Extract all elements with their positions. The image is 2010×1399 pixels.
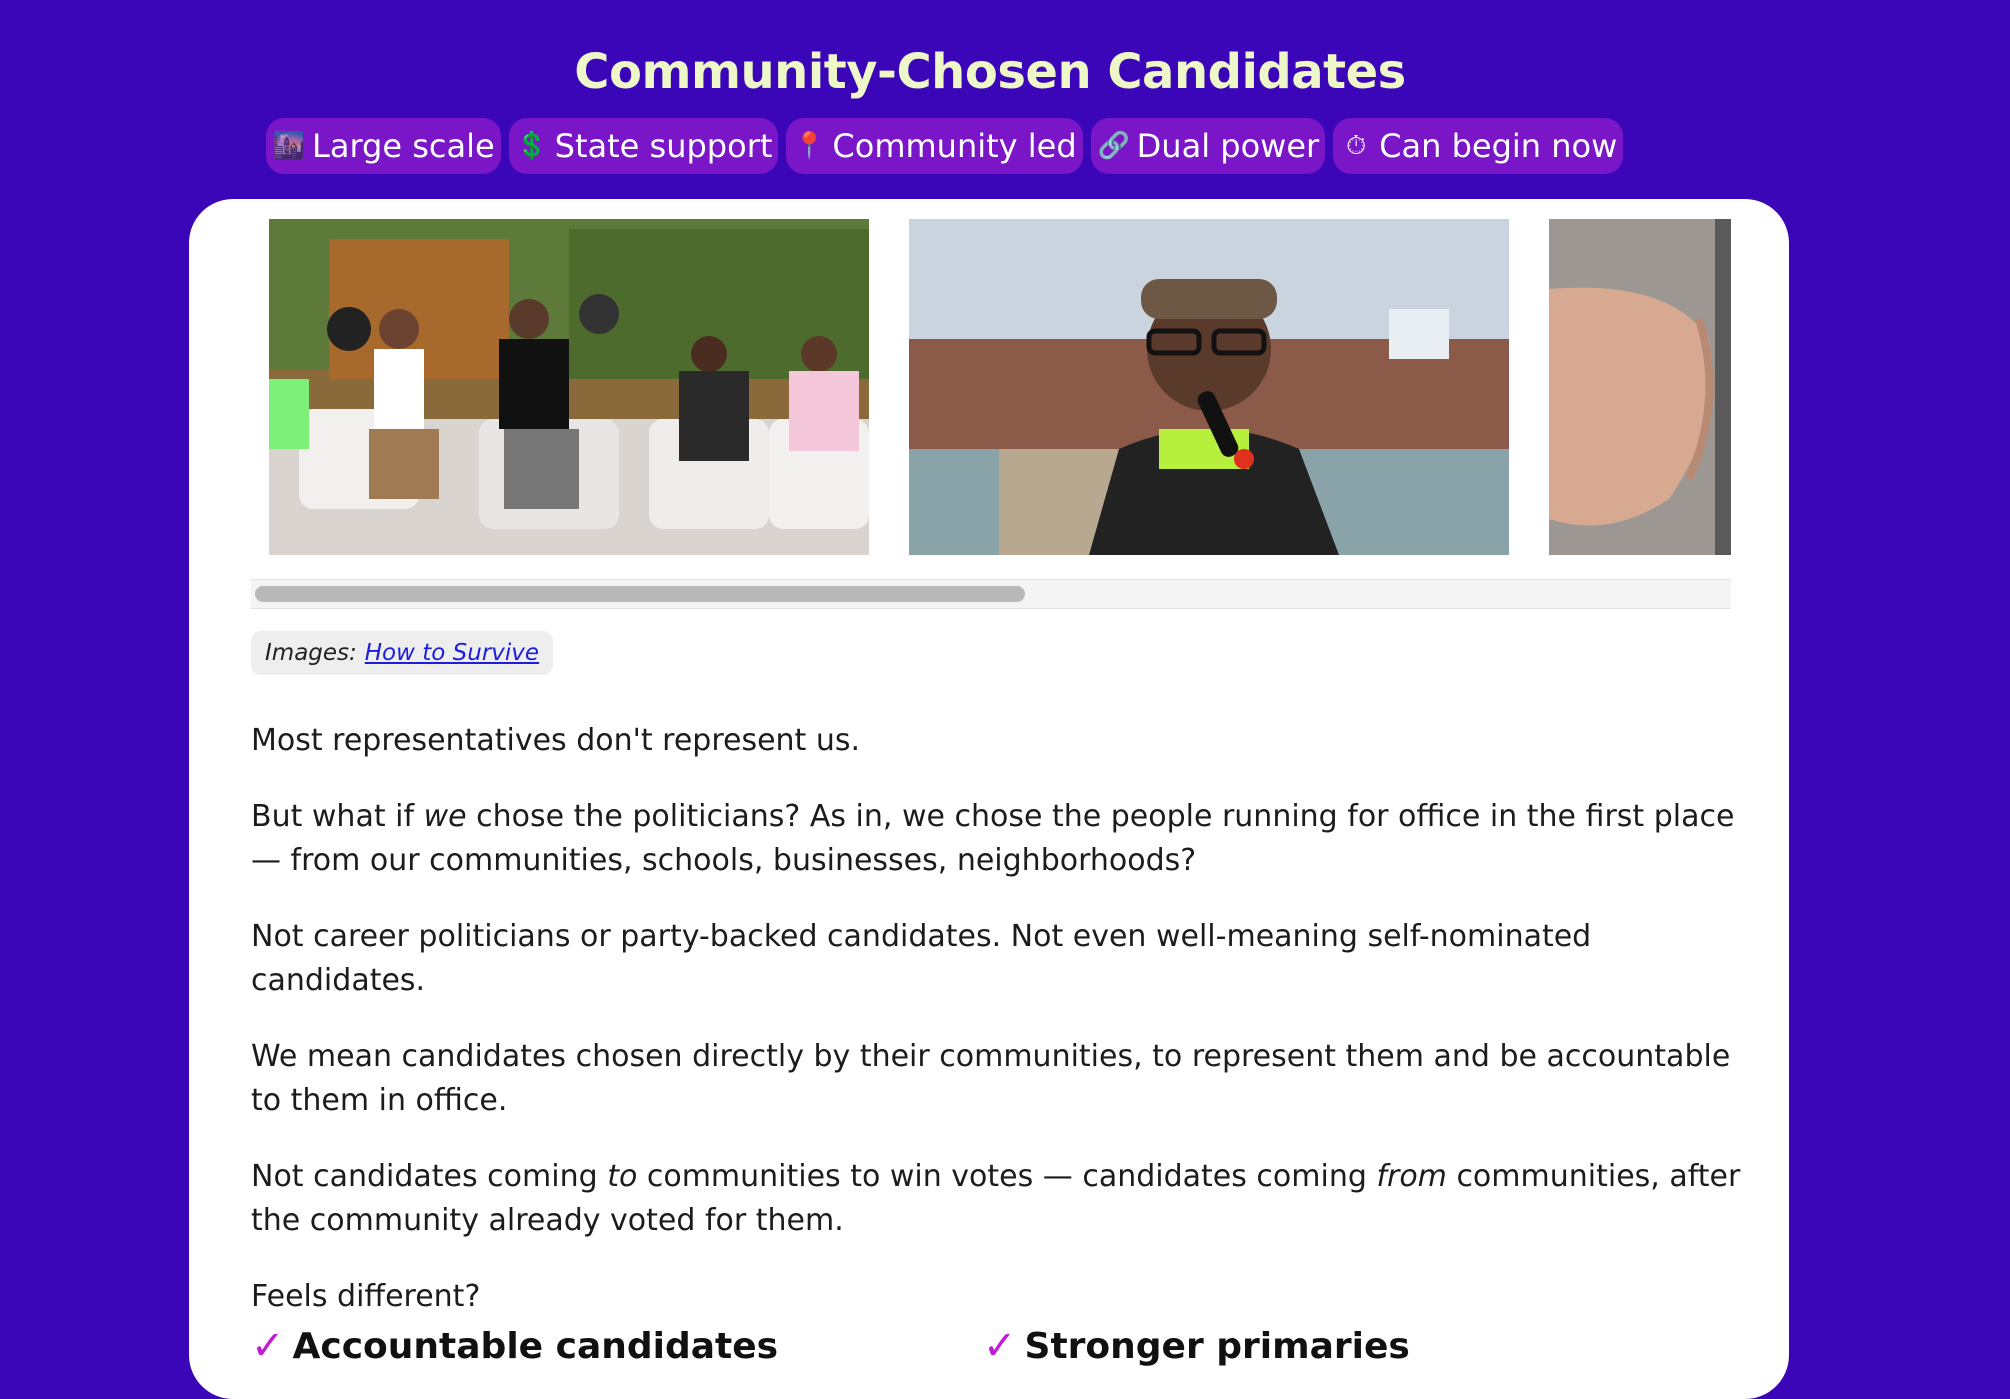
finger-closeup-photo	[1549, 219, 1731, 555]
tag-large-scale: 🌆 Large scale	[266, 118, 501, 174]
stopwatch-icon: ⏱	[1346, 131, 1367, 161]
image-credit: Images: How to Survive	[251, 631, 554, 675]
speaker-with-microphone-photo	[909, 219, 1509, 555]
link-icon: 🔗	[1097, 131, 1130, 161]
paragraph-3: Not career politicians or party-backed c…	[251, 919, 1592, 998]
checkmark-icon: ✓	[983, 1323, 1017, 1369]
paragraph-4: We mean candidates chosen directly by th…	[251, 1039, 1731, 1118]
tag-dual-power: 🔗 Dual power	[1090, 118, 1326, 174]
credit-link[interactable]: How to Survive	[365, 640, 539, 666]
benefit-label: Accountable candidates	[292, 1325, 779, 1367]
paragraph-1: Most representatives don't represent us.	[251, 723, 861, 758]
tag-community-led: 📍 Community led	[786, 118, 1083, 174]
dollar-icon: 💲	[515, 131, 548, 161]
tag-label: Community led	[832, 127, 1077, 165]
pin-icon: 📍	[793, 131, 826, 161]
paragraph-6: Feels different?	[251, 1279, 481, 1314]
credit-prefix: Images:	[265, 640, 357, 666]
gallery-scrollbar[interactable]	[251, 579, 1731, 609]
checkmark-icon: ✓	[251, 1323, 285, 1369]
scrollbar-thumb[interactable]	[255, 586, 1025, 602]
paragraph-2: But what if we chose the politicians? As…	[251, 799, 1735, 878]
tag-state-support: 💲 State support	[508, 118, 779, 174]
tag-label: Can begin now	[1379, 127, 1618, 165]
feature-tags: 🌆 Large scale 💲 State support 📍 Communit…	[266, 118, 1624, 174]
page-title: Community-Chosen Candidates	[574, 44, 1406, 101]
tag-label: State support	[554, 127, 773, 165]
paragraph-5: Not candidates coming to communities to …	[251, 1159, 1741, 1238]
article-body: Most representatives don't represent us.…	[251, 719, 1741, 1351]
panel-discussion-photo	[269, 219, 869, 555]
tag-label: Large scale	[312, 127, 495, 165]
tag-can-begin-now: ⏱ Can begin now	[1333, 118, 1624, 174]
tag-label: Dual power	[1136, 127, 1320, 165]
cityscape-icon: 🌆	[272, 131, 306, 161]
benefit-accountable-candidates: ✓ Accountable candidates	[251, 1323, 983, 1369]
image-gallery[interactable]	[269, 219, 1731, 555]
benefit-stronger-primaries: ✓ Stronger primaries	[983, 1323, 1410, 1369]
benefit-label: Stronger primaries	[1024, 1325, 1410, 1367]
benefits-list: ✓ Accountable candidates ✓ Stronger prim…	[251, 1323, 1741, 1369]
content-card: Images: How to Survive Most representati…	[189, 199, 1789, 1399]
